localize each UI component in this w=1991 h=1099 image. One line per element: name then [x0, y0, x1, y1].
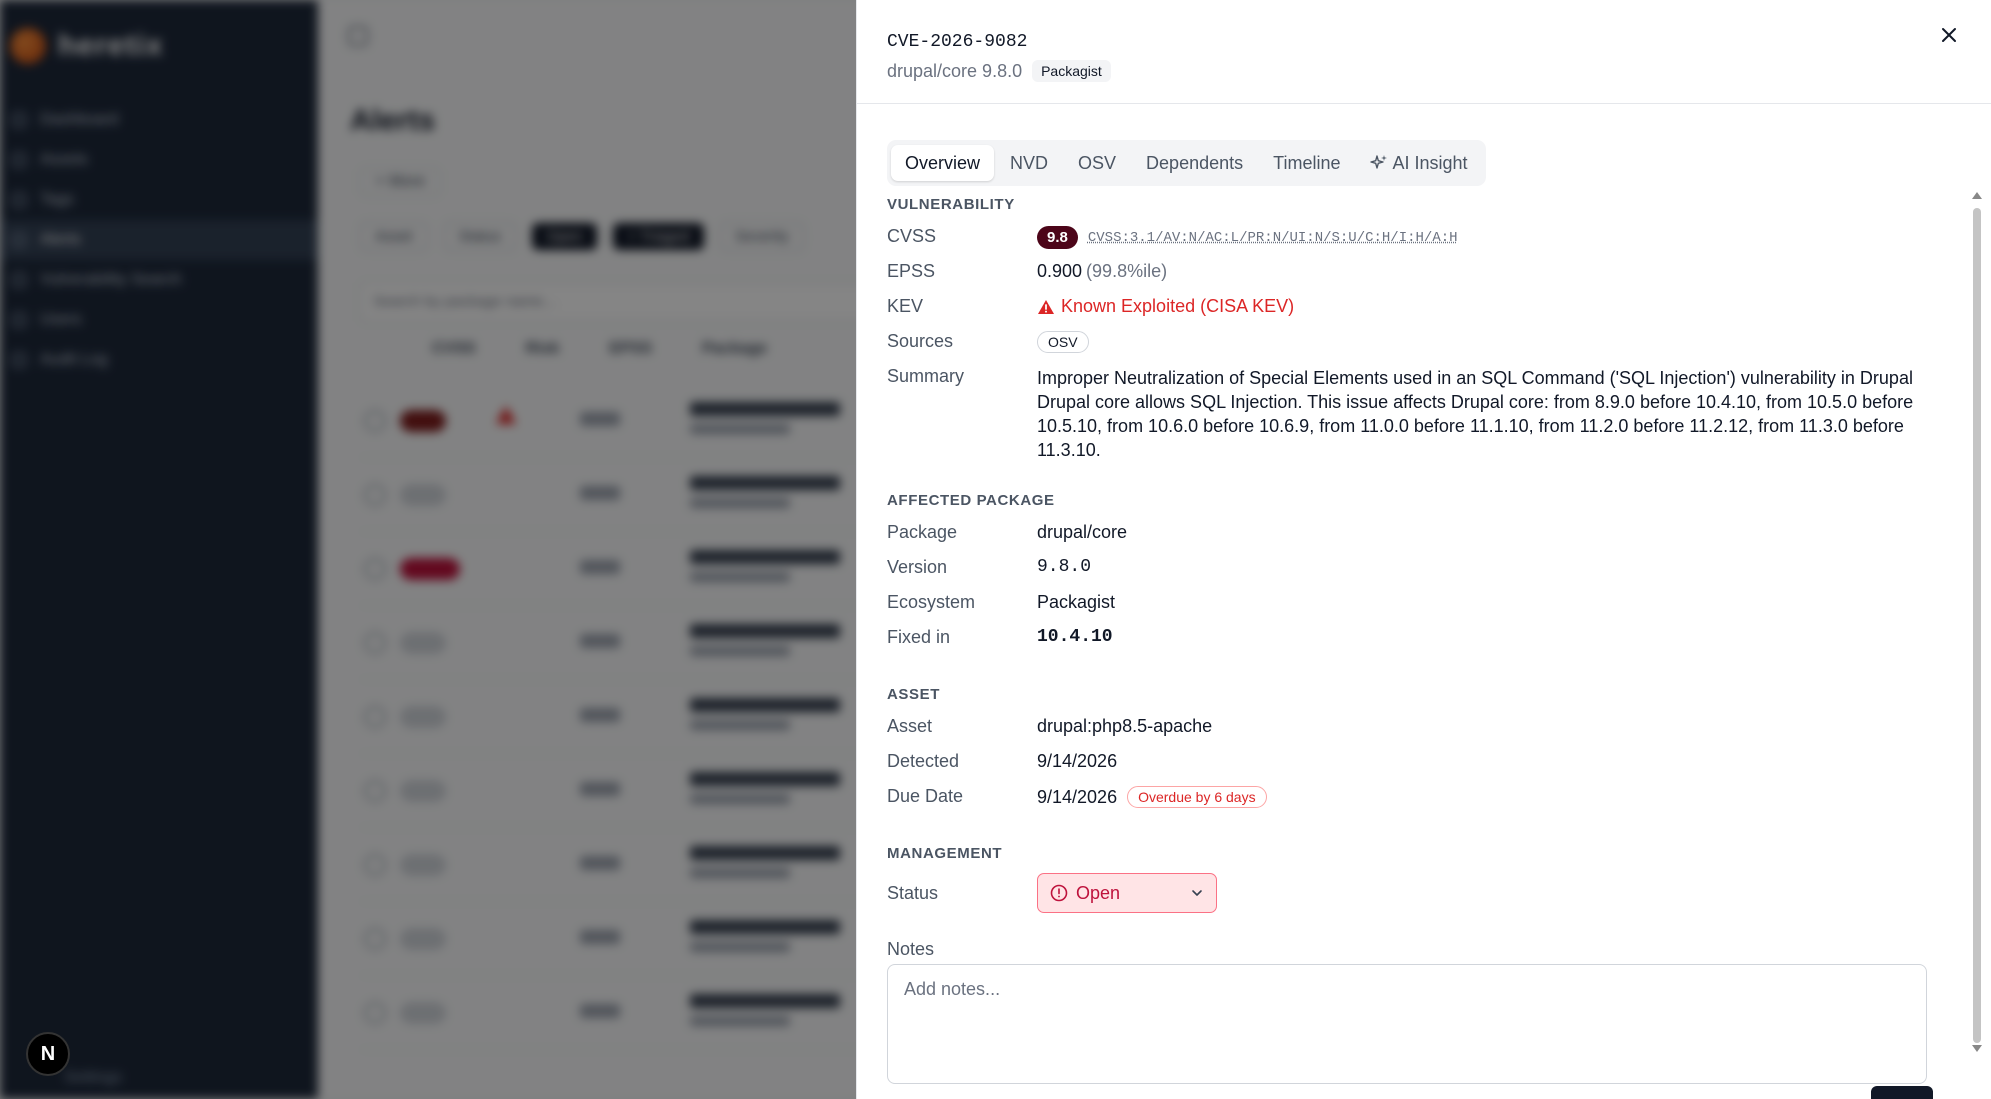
source-badge-osv: OSV [1037, 331, 1089, 353]
field-label: Summary [887, 366, 965, 386]
epss-value: 0.900 [1037, 261, 1083, 281]
summary-row: Summary Improper Neutralization of Speci… [887, 360, 1927, 462]
field-label: Detected [887, 751, 960, 771]
field-label: Asset [887, 716, 933, 736]
ecosystem-row: Ecosystem Packagist [887, 586, 1927, 621]
drawer-scrollbar[interactable] [1971, 188, 1983, 1056]
notes-label: Notes [887, 939, 935, 959]
section-asset-title: ASSET [887, 686, 941, 703]
chevron-down-icon [1192, 890, 1202, 896]
ecosystem-value: Packagist [1037, 592, 1116, 612]
scroll-down-arrow-icon[interactable] [1972, 1045, 1982, 1052]
status-select[interactable]: Open [1037, 873, 1217, 913]
sparkles-icon [1370, 155, 1388, 169]
section-vulnerability-title: VULNERABILITY [887, 196, 1015, 213]
field-label: CVSS [887, 226, 937, 246]
field-label: Ecosystem [887, 592, 976, 612]
alert-detail-drawer: CVE-2026-9082 drupal/core 9.8.0 Packagis… [856, 0, 1991, 1099]
detected-row: Detected 9/14/2026 [887, 745, 1927, 780]
close-icon [1942, 28, 1956, 42]
cvss-vector[interactable]: CVSS:3.1/AV:N/AC:L/PR:N/UI:N/S:U/C:H/I:H… [1088, 230, 1458, 246]
section-management-title: MANAGEMENT [887, 845, 1003, 862]
tab-label: AI Insight [1392, 152, 1468, 173]
version-row: Version 9.8.0 [887, 551, 1927, 586]
nextjs-dev-badge[interactable]: N [26, 1032, 70, 1076]
package-value: drupal/core [1037, 522, 1128, 542]
tab-osv[interactable]: OSV [1064, 145, 1130, 181]
kev-status: Known Exploited (CISA KEV) [1037, 296, 1294, 317]
field-label: Fixed in [887, 627, 951, 647]
tab-timeline[interactable]: Timeline [1259, 145, 1354, 181]
due-date-row: Due Date 9/14/2026 Overdue by 6 days [887, 780, 1927, 815]
field-label: Status [887, 882, 939, 903]
cvss-score-badge: 9.8 [1037, 226, 1078, 249]
field-label: KEV [887, 296, 924, 316]
package-line: drupal/core 9.8.0 Packagist [887, 60, 1111, 82]
overview-content: VULNERABILITY CVSS 9.8 CVSS:3.1/AV:N/AC:… [887, 196, 1927, 1089]
scrollbar-thumb[interactable] [1973, 208, 1981, 1043]
package-version: drupal/core 9.8.0 [887, 60, 1023, 81]
status-row: Status Open [887, 873, 1927, 913]
section-affected-package-title: AFFECTED PACKAGE [887, 492, 1055, 509]
epss-row: EPSS 0.900 (99.8%ile) [887, 255, 1927, 290]
kev-text: Known Exploited (CISA KEV) [1061, 296, 1295, 316]
asset-row: Asset drupal:php8.5-apache [887, 710, 1927, 745]
save-button[interactable] [1871, 1086, 1933, 1099]
alert-circle-icon [1050, 884, 1068, 902]
tab-ai-insight[interactable]: AI Insight [1356, 145, 1481, 181]
sources-row: Sources OSV [887, 325, 1927, 360]
modal-overlay[interactable] [0, 0, 856, 1099]
drawer-header: CVE-2026-9082 drupal/core 9.8.0 Packagis… [857, 0, 1991, 104]
field-label: Package [887, 522, 958, 542]
asset-value: drupal:php8.5-apache [1037, 716, 1213, 736]
package-row: Package drupal/core [887, 516, 1927, 551]
fixed-in-row: Fixed in 10.4.10 [887, 621, 1927, 656]
due-date-value: 9/14/2026 [1037, 786, 1118, 807]
tab-dependents[interactable]: Dependents [1132, 145, 1257, 181]
field-label: Sources [887, 331, 954, 351]
summary-text: Improper Neutralization of Special Eleme… [1037, 368, 1914, 460]
kev-row: KEV Known Exploited (CISA KEV) [887, 290, 1927, 325]
cvss-row: CVSS 9.8 CVSS:3.1/AV:N/AC:L/PR:N/UI:N/S:… [887, 220, 1927, 255]
field-label: EPSS [887, 261, 936, 281]
warning-triangle-icon [1038, 299, 1054, 314]
tab-nvd[interactable]: NVD [996, 145, 1062, 181]
detected-value: 9/14/2026 [1037, 751, 1118, 771]
status-value: Open [1076, 882, 1121, 903]
close-button[interactable] [1934, 20, 1964, 50]
tab-overview[interactable]: Overview [891, 145, 995, 181]
field-label: Due Date [887, 786, 964, 806]
cve-id: CVE-2026-9082 [887, 32, 1028, 52]
scroll-up-arrow-icon[interactable] [1972, 192, 1982, 199]
detail-tabs: Overview NVD OSV Dependents Timeline AI … [887, 140, 1486, 186]
version-value: 9.8.0 [1037, 557, 1092, 577]
overdue-badge: Overdue by 6 days [1127, 786, 1267, 808]
ecosystem-badge: Packagist [1032, 60, 1111, 82]
epss-percentile: (99.8%ile) [1086, 261, 1168, 281]
fixed-in-value: 10.4.10 [1037, 627, 1113, 647]
field-label: Version [887, 557, 948, 577]
notes-textarea[interactable] [887, 964, 1927, 1084]
